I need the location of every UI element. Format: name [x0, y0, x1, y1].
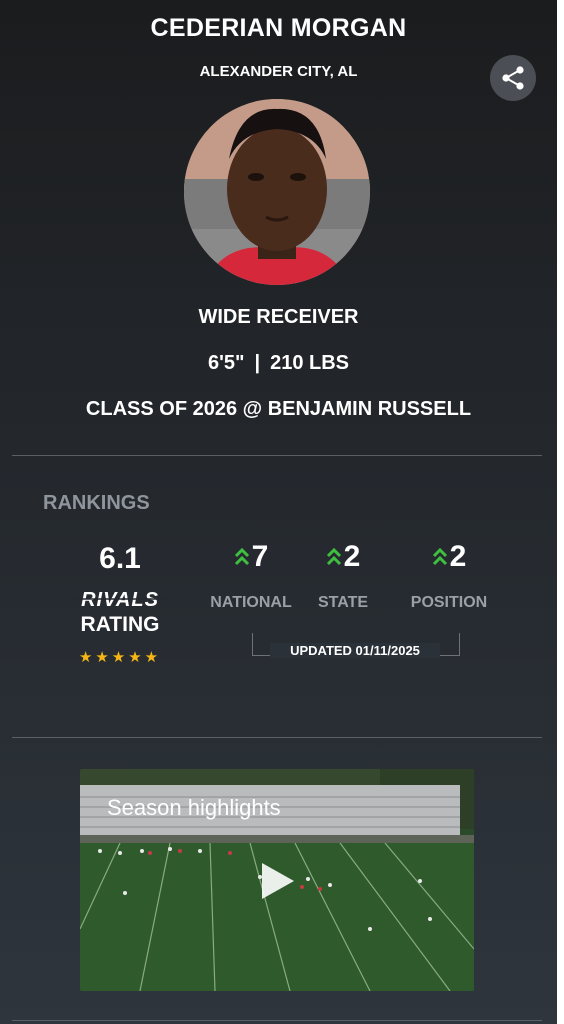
- chevron-double-up-icon: [234, 547, 249, 566]
- rating-value: 6.1: [99, 542, 141, 575]
- divider: [12, 455, 542, 456]
- rankings-title: RANKINGS: [43, 492, 150, 514]
- player-avatar: [184, 99, 370, 285]
- player-measurables: 6'5" | 210 LBS: [0, 352, 557, 375]
- chevron-double-up-icon: [432, 547, 447, 566]
- player-position: WIDE RECEIVER: [198, 306, 359, 328]
- rankings-updated: UPDATED 01/11/2025: [270, 643, 440, 658]
- share-icon: [502, 66, 524, 90]
- video-title: Season highlights: [107, 795, 281, 820]
- player-name: CEDERIAN MORGAN: [150, 14, 407, 42]
- star-rating: ★★★★★: [78, 649, 162, 666]
- rank-state-value: 2: [343, 540, 361, 573]
- player-height: 6'5": [207, 352, 245, 374]
- rank-position-value: 2: [449, 540, 467, 573]
- player-weight: 210 LBS: [270, 352, 350, 374]
- measure-separator: |: [254, 352, 261, 374]
- rank-state-label: STATE: [317, 594, 369, 611]
- rank-state[interactable]: 2 STATE: [288, 540, 398, 612]
- player-profile: CEDERIAN MORGAN ALEXANDER CITY, AL WIDE …: [0, 0, 557, 1024]
- play-icon[interactable]: [260, 861, 296, 901]
- divider: [12, 1020, 542, 1021]
- highlights-video[interactable]: Season highlights: [80, 769, 474, 991]
- rating-label: RATING: [80, 613, 160, 636]
- rank-position-label: POSITION: [410, 594, 488, 611]
- divider: [12, 737, 542, 738]
- player-class: CLASS OF 2026 @ BENJAMIN RUSSELL: [85, 398, 472, 420]
- rank-national-value: 7: [251, 540, 269, 573]
- rivals-logo: RIVALS: [70, 589, 170, 610]
- player-hometown: ALEXANDER CITY, AL: [199, 63, 358, 80]
- chevron-double-up-icon: [326, 547, 341, 566]
- share-button[interactable]: [490, 55, 536, 101]
- rank-position[interactable]: 2 POSITION: [394, 540, 504, 612]
